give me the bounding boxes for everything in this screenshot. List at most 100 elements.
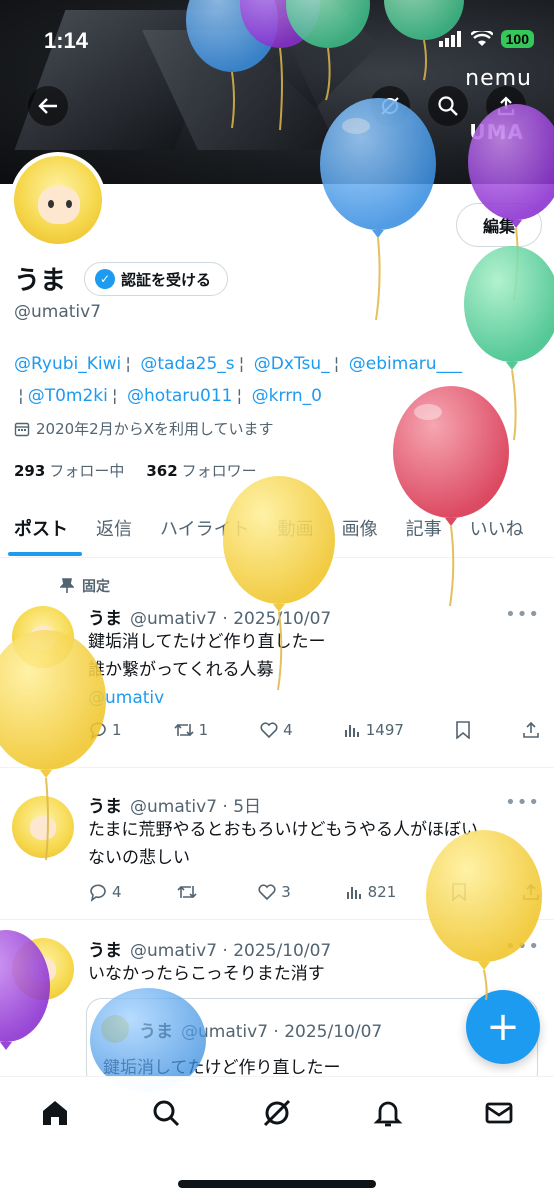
post-text-line: ないの悲しい	[88, 848, 190, 868]
like-button[interactable]: 4	[259, 720, 293, 740]
bio-mention[interactable]: @krrn_0	[252, 386, 322, 406]
post-text-line: 誰か繋がってくれる人募	[88, 660, 274, 680]
profile-handle: @umativ7	[14, 302, 102, 322]
reply-button[interactable]: 1	[88, 720, 122, 740]
quoted-author-name: うま	[139, 1022, 173, 1042]
bio-mention[interactable]: @ebimaru___	[349, 354, 462, 374]
post-actions: 4 3 821	[88, 882, 540, 902]
nav-messages[interactable]	[483, 1097, 515, 1133]
post[interactable]: うま @umativ7 · 5日 ••• たまに荒野やるとおもろいけどもうやる人が…	[0, 768, 554, 920]
pin-icon	[60, 578, 74, 593]
heart-icon	[260, 722, 278, 739]
quoted-avatar	[101, 1015, 129, 1043]
following-link[interactable]: 293 フォロー中	[14, 460, 124, 481]
profile-avatar[interactable]	[10, 152, 106, 248]
nav-notifications[interactable]	[372, 1097, 404, 1133]
search-button[interactable]	[428, 86, 468, 126]
post-text: たまに荒野やるとおもろいけどもうやる人がほぼい ないの悲しい	[88, 816, 528, 872]
reply-count: 1	[112, 721, 122, 739]
post-text-line: いなかったらこっそりまた消す	[88, 964, 325, 984]
verified-badge-icon: ✓	[95, 269, 115, 289]
search-icon	[438, 96, 458, 116]
more-options-icon[interactable]: •••	[505, 936, 540, 957]
heart-icon	[258, 884, 276, 901]
grok-button[interactable]	[370, 86, 410, 126]
post-mention-link[interactable]: @umativ	[88, 684, 528, 712]
post-header: うま @umativ7 · 5日	[88, 792, 261, 817]
bio-mention[interactable]: @T0m2ki	[28, 386, 108, 406]
bookmark-button[interactable]	[455, 721, 471, 739]
avatar[interactable]	[12, 796, 74, 858]
share-icon	[523, 883, 539, 900]
bio-mention[interactable]: @tada25_s	[140, 354, 234, 374]
tab-images[interactable]: 画像	[328, 500, 392, 556]
like-button[interactable]: 3	[257, 882, 291, 902]
repost-icon	[174, 723, 194, 737]
bio-mention[interactable]: @hotaru011	[127, 386, 232, 406]
compose-post-button[interactable]: +	[466, 990, 540, 1064]
battery-indicator: 100	[500, 30, 534, 48]
bio-mention[interactable]: @DxTsu_	[254, 354, 330, 374]
post-actions: 1 1 4 1497	[88, 720, 540, 740]
tab-posts[interactable]: ポスト	[0, 500, 82, 556]
joined-text: 2020年2月からXを利用しています	[36, 420, 274, 438]
home-indicator	[178, 1180, 376, 1188]
bookmark-icon	[452, 883, 466, 901]
like-count: 4	[283, 721, 293, 739]
post-handle-date: @umativ7 · 2025/10/07	[130, 609, 332, 629]
tab-videos[interactable]: 動画	[264, 500, 328, 556]
back-button[interactable]	[28, 86, 68, 126]
tab-highlights[interactable]: ハイライト	[146, 500, 264, 556]
reply-button[interactable]: 4	[88, 882, 122, 902]
mail-icon	[485, 1102, 512, 1124]
followers-link[interactable]: 362 フォロワー	[146, 460, 256, 481]
share-button[interactable]	[486, 86, 526, 126]
home-icon	[43, 1101, 68, 1125]
bookmark-button[interactable]	[451, 883, 467, 901]
post-text: いなかったらこっそりまた消す	[88, 960, 528, 988]
calendar-icon	[14, 422, 30, 436]
search-icon	[153, 1100, 180, 1127]
like-count: 3	[281, 883, 291, 901]
share-post-button[interactable]	[522, 883, 540, 901]
post-handle-date: @umativ7 · 2025/10/07	[130, 941, 332, 961]
repost-button[interactable]	[176, 882, 202, 902]
get-verified-button[interactable]: ✓ 認証を受ける	[84, 262, 229, 296]
edit-profile-button[interactable]: 編集	[456, 203, 542, 247]
nav-grok[interactable]	[261, 1097, 293, 1133]
repost-button[interactable]: 1	[173, 720, 209, 740]
more-options-icon[interactable]: •••	[505, 792, 540, 813]
reply-count: 4	[112, 883, 122, 901]
view-count: 821	[367, 883, 397, 901]
joined-date: 2020年2月からXを利用しています	[14, 418, 274, 439]
following-label: フォロー中	[49, 462, 125, 480]
grok-icon	[381, 97, 399, 115]
quoted-header: うま @umativ7 · 2025/10/07	[139, 1017, 382, 1042]
analytics-icon	[344, 725, 359, 737]
post-header: うま @umativ7 · 2025/10/07	[88, 604, 331, 629]
tab-replies[interactable]: 返信	[82, 500, 146, 556]
repost-icon	[177, 885, 197, 899]
views-button[interactable]: 1497	[344, 721, 404, 739]
follow-stats: 293 フォロー中 362 フォロワー	[14, 460, 257, 481]
repost-count: 1	[198, 721, 209, 739]
avatar[interactable]	[12, 606, 74, 668]
bell-icon	[373, 1101, 403, 1127]
tab-likes[interactable]: いいね	[456, 500, 538, 556]
post-author-name[interactable]: うま	[88, 941, 122, 961]
post-text-line: たまに荒野やるとおもろいけどもうやる人がほぼい	[88, 820, 478, 840]
post-author-name[interactable]: うま	[88, 797, 122, 817]
nav-search[interactable]	[150, 1097, 182, 1133]
bio-mention[interactable]: @Ryubi_Kiwi	[14, 354, 121, 374]
post-pinned[interactable]: 固定 うま @umativ7 · 2025/10/07 ••• 鍵垢消してたけど作…	[0, 560, 554, 768]
avatar[interactable]	[12, 938, 74, 1000]
more-options-icon[interactable]: •••	[505, 604, 540, 625]
grok-icon	[263, 1099, 291, 1127]
views-button[interactable]: 821	[346, 883, 397, 901]
bookmark-icon	[456, 721, 470, 739]
share-icon	[523, 721, 539, 738]
nav-home[interactable]	[39, 1097, 71, 1133]
share-post-button[interactable]	[522, 721, 540, 739]
tab-articles[interactable]: 記事	[392, 500, 456, 556]
post-author-name[interactable]: うま	[88, 609, 122, 629]
